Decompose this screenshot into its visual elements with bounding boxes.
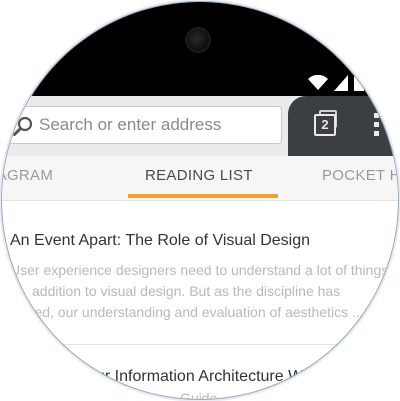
excerpt-line: ured, our understanding and evaluation o… (22, 304, 360, 320)
device-viewport: 2 STAGRAM READING LIST POCKET H An Event… (2, 2, 398, 399)
item-title: ur Information Architecture W (96, 368, 304, 385)
excerpt-line: User experience designers need to unders… (10, 262, 389, 278)
overflow-menu-icon[interactable] (372, 113, 382, 139)
search-icon (13, 116, 33, 136)
url-bar[interactable] (2, 106, 282, 144)
toolbar-actions: 2 (288, 96, 398, 156)
status-bar (2, 70, 398, 96)
item-excerpt: User experience designers need to unders… (10, 260, 390, 323)
status-icons (308, 74, 378, 91)
tab-count: 2 (314, 114, 336, 136)
address-input[interactable] (39, 107, 269, 143)
list-divider (18, 344, 398, 345)
selected-tab-indicator (128, 194, 278, 198)
battery-icon (354, 74, 364, 91)
camera-icon (185, 27, 211, 53)
tab-instagram[interactable]: STAGRAM (2, 167, 53, 184)
signal-icon (334, 74, 348, 91)
item-excerpt: Guide (180, 390, 218, 399)
status-overflow-icon (370, 76, 378, 89)
tab-pocket[interactable]: POCKET H (322, 167, 398, 184)
wifi-icon (308, 74, 328, 90)
tab-reading-list[interactable]: READING LIST (145, 167, 253, 184)
item-title: An Event Apart: The Role of Visual Desig… (10, 232, 311, 249)
tabs-counter-button[interactable]: 2 (314, 110, 337, 136)
browser-toolbar: 2 (2, 96, 398, 156)
excerpt-line: addition to visual design. But as the di… (32, 283, 341, 299)
phone-bezel (2, 2, 398, 70)
